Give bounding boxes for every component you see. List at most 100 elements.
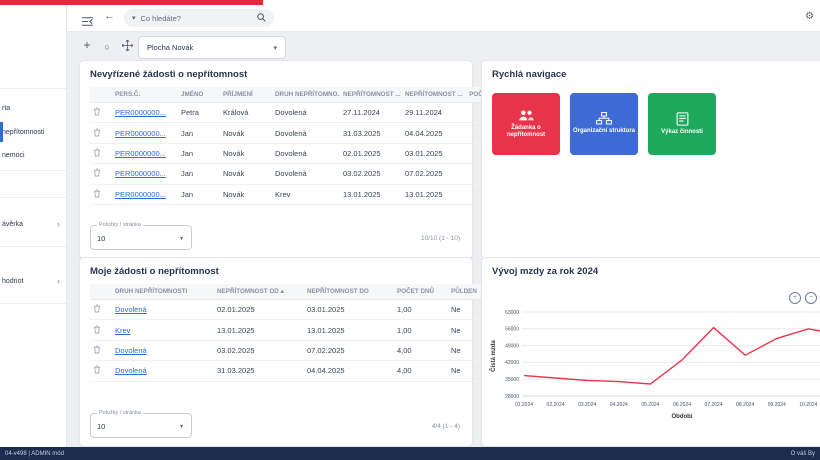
svg-text:10.2024: 10.2024 xyxy=(799,402,817,408)
cell-od: 31.03.2025 xyxy=(214,360,304,382)
org-chart-icon xyxy=(596,112,612,125)
sidebar-item-label: rta xyxy=(2,104,11,112)
svg-text:03.2024: 03.2024 xyxy=(578,402,596,408)
cell-do: 03.01.2025 xyxy=(304,299,394,321)
delete-row-button[interactable] xyxy=(90,143,112,165)
svg-text:01.2024: 01.2024 xyxy=(515,402,533,408)
cell-do: 04.04.2025 xyxy=(304,360,394,382)
delete-row-button[interactable] xyxy=(90,122,112,144)
workspace-select[interactable]: Plocha Novák ▾ xyxy=(138,36,286,59)
cell-dny: 1,00 xyxy=(394,299,448,321)
page-size-value: 10 xyxy=(97,422,106,431)
search-input[interactable]: ▾ Co hledáte? xyxy=(124,9,274,27)
tile-label: Výkaz činností xyxy=(661,128,703,135)
card-pending-requests: Nevyřízené žádosti o nepřítomnost PERS.Č… xyxy=(79,60,510,259)
column-header[interactable]: DRUH NEPŘÍTOMNOSTI xyxy=(112,284,214,300)
sidebar-item-zaverka[interactable]: ávěrka › xyxy=(0,217,66,231)
column-header[interactable]: NEPŘÍTOMNOST DO xyxy=(304,284,394,300)
delete-row-button[interactable] xyxy=(90,299,112,321)
svg-text:28000: 28000 xyxy=(505,394,519,400)
column-header[interactable]: PŘÍJMENÍ xyxy=(220,87,272,103)
zoom-in-icon[interactable]: + xyxy=(789,292,801,304)
cell-dny: 1,00 xyxy=(394,319,448,341)
cell-dny: 4,00 xyxy=(394,340,448,362)
delete-row-button[interactable] xyxy=(90,340,112,362)
gear-icon[interactable]: ⚙ xyxy=(805,11,814,23)
sidebar-item-karta[interactable]: rta xyxy=(0,101,66,115)
cell-druh[interactable]: Dovolená xyxy=(112,360,214,382)
collapse-menu-icon[interactable] xyxy=(82,13,93,31)
svg-text:05.2024: 05.2024 xyxy=(641,402,659,408)
copyright-text: O váš By xyxy=(790,450,815,457)
cell-pers[interactable]: PER0000000... xyxy=(112,102,178,124)
card-my-requests: Moje žádosti o nepřítomnost DRUH NEPŘÍTO… xyxy=(79,257,498,447)
cell-druh[interactable]: Krev xyxy=(112,319,214,341)
column-header[interactable]: NEPŘÍTOMNOST OD ▴ xyxy=(214,284,304,300)
card-quick-navigation: Rychlá navigace Žádanka o nepřítomnost Or… xyxy=(481,60,820,259)
people-icon xyxy=(518,109,534,122)
cell-pers[interactable]: PER0000000... xyxy=(112,163,178,185)
page-size-select[interactable]: Položky / stránka 10 ▾ xyxy=(90,222,192,250)
delete-row-button[interactable] xyxy=(90,319,112,341)
svg-text:09.2024: 09.2024 xyxy=(768,402,786,408)
svg-text:06.2024: 06.2024 xyxy=(673,402,691,408)
sidebar-divider xyxy=(0,246,66,247)
column-header[interactable]: DRUH NEPŘÍTOMNO... xyxy=(272,87,340,103)
cell-pers[interactable]: PER0000000... xyxy=(112,122,178,144)
tile-label: Organizační struktura xyxy=(573,128,636,135)
delete-row-button[interactable] xyxy=(90,102,112,124)
cell-pers[interactable]: PER0000000... xyxy=(112,143,178,165)
search-icon[interactable] xyxy=(257,9,266,27)
pagination-range: 10/10 (1 - 10) xyxy=(420,235,460,242)
add-widget-button[interactable]: + xyxy=(80,38,94,52)
sidebar-item-hodnot[interactable]: hodnot › xyxy=(0,274,66,288)
delete-row-button[interactable] xyxy=(90,184,112,205)
delete-row-button[interactable] xyxy=(90,163,112,185)
quick-nav-tile[interactable]: Organizační struktura xyxy=(570,93,638,155)
page-size-label: Položky / stránka xyxy=(99,410,141,416)
svg-text:04.2024: 04.2024 xyxy=(610,402,628,408)
column-header[interactable]: PERS.Č. xyxy=(112,87,178,103)
column-header[interactable]: POČET DNŮ xyxy=(394,284,448,300)
cell-od: 13.01.2025 xyxy=(340,184,402,205)
column-header[interactable]: JMÉNO xyxy=(178,87,220,103)
card-salary-chart: Vývoj mzdy za rok 2024 + − 63000 56000 490… xyxy=(481,257,820,447)
cell-druh: Dovolená xyxy=(272,122,340,144)
table-row: Dovolená 03.02.2025 07.02.2025 4,00 Ne xyxy=(90,340,498,362)
workspace-toolbar: + ○ Plocha Novák ▾ xyxy=(66,31,820,63)
zoom-out-icon[interactable]: − xyxy=(805,292,817,304)
cell-pers[interactable]: PER0000000... xyxy=(112,184,178,205)
chevron-right-icon: › xyxy=(57,218,60,229)
cell-do: 13.01.2025 xyxy=(304,319,394,341)
chevron-down-icon: ▾ xyxy=(132,15,136,22)
svg-text:63000: 63000 xyxy=(505,310,519,316)
cell-druh[interactable]: Dovolená xyxy=(112,299,214,321)
cell-do: 03.01.2025 xyxy=(402,143,464,165)
table-row: PER0000000... Petra Králová Dovolená 27.11.2… xyxy=(90,102,510,124)
page-size-select[interactable]: Položky / stránka 10 ▾ xyxy=(90,410,192,438)
cell-jmeno: Jan xyxy=(178,163,220,185)
quick-nav-tile[interactable]: Výkaz činností xyxy=(648,93,716,155)
column-header-icon xyxy=(90,87,112,103)
back-arrow-button[interactable]: ← xyxy=(104,10,115,22)
pending-requests-table: PERS.Č. JMÉNO PŘÍJMENÍ DRUH NEPŘÍTOMNO... NE… xyxy=(90,87,510,205)
refresh-circle-button[interactable]: ○ xyxy=(100,40,114,54)
card-title: Vývoj mzdy za rok 2024 xyxy=(492,266,599,277)
quick-nav-tile[interactable]: Žádanka o nepřítomnost xyxy=(492,93,560,155)
cell-druh[interactable]: Dovolená xyxy=(112,340,214,362)
column-header[interactable]: NEPŘÍTOMNOST ... xyxy=(340,87,402,103)
sidebar-item-nepritomnosti[interactable]: nepřítomnosti xyxy=(0,125,66,139)
svg-text:Období: Období xyxy=(672,414,693,420)
column-header[interactable]: NEPŘÍTOMNOST ... xyxy=(402,87,464,103)
active-item-indicator xyxy=(0,122,3,142)
cell-druh: Krev xyxy=(272,184,340,205)
cell-druh: Dovolená xyxy=(272,163,340,185)
svg-text:42000: 42000 xyxy=(505,360,519,366)
delete-row-button[interactable] xyxy=(90,360,112,382)
svg-text:49000: 49000 xyxy=(505,343,519,349)
cell-od: 03.02.2025 xyxy=(340,163,402,185)
table-row: Dovolená 02.01.2025 03.01.2025 1,00 Ne xyxy=(90,299,498,321)
cell-od: 03.02.2025 xyxy=(214,340,304,362)
sidebar-item-nemoci[interactable]: nemoci xyxy=(0,148,66,162)
move-icon[interactable] xyxy=(120,39,134,54)
